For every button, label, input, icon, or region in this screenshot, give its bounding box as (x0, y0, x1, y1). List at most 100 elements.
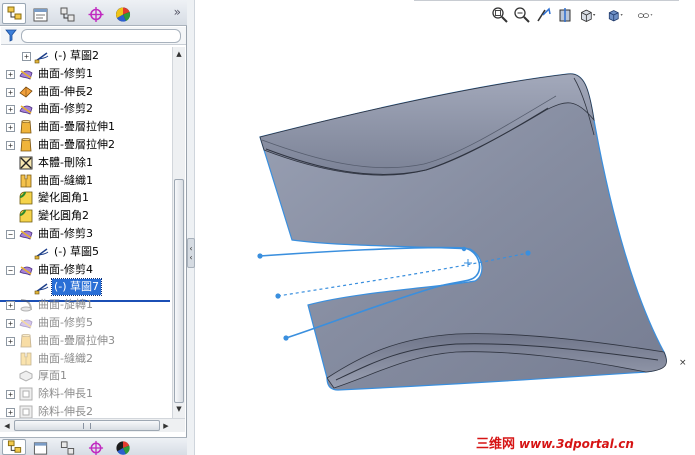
tree-item-label: 曲面-縫織1 (38, 174, 93, 187)
collapse-panel-button[interactable]: » (174, 5, 181, 19)
display-manager-icon (116, 7, 131, 22)
collapse-toggle-icon[interactable]: − (6, 266, 15, 275)
filter-funnel-icon[interactable] (5, 29, 17, 42)
delete-body-icon (18, 155, 34, 171)
tree-item[interactable]: + 曲面-疊層拉伸1 (0, 118, 172, 136)
tree-item-label: 曲面-旋轉1 (38, 298, 93, 311)
tree-item-label: 曲面-修剪3 (38, 227, 93, 240)
tree-item[interactable]: + (-) 草圖2 (0, 47, 172, 65)
sketch-point[interactable] (525, 250, 531, 256)
scroll-down-arrow-icon[interactable]: ▼ (173, 403, 185, 415)
surface-loft-icon (18, 333, 34, 349)
expand-toggle-icon[interactable]: + (6, 70, 15, 79)
tab-configuration-manager[interactable] (55, 3, 79, 24)
scroll-up-arrow-icon[interactable]: ▲ (173, 48, 185, 60)
tab-display-manager[interactable] (110, 3, 134, 24)
manager-tab-bar-bottom (0, 437, 187, 455)
surface-trim-icon (18, 226, 34, 242)
tree-item[interactable]: − 曲面-修剪4 (0, 261, 172, 279)
tree-item[interactable]: + 除料-伸長2 (0, 403, 172, 418)
scroll-left-arrow-icon[interactable]: ◀ (1, 420, 13, 432)
horizontal-scroll-thumb[interactable] (14, 420, 160, 431)
tree-item[interactable]: + 除料-伸長1 (0, 385, 172, 403)
expand-toggle-icon[interactable]: + (6, 390, 15, 399)
tree-item[interactable]: + 曲面-旋轉1 (0, 296, 172, 314)
graphics-area[interactable]: × 三维网 www.3dportal.cn (196, 0, 695, 455)
tab-configuration-manager-bottom[interactable] (55, 439, 79, 455)
tab-dimxpert-manager[interactable] (83, 3, 107, 24)
vertical-scrollbar[interactable]: ▲ ▼ (172, 47, 185, 418)
surface-loft-icon (18, 137, 34, 153)
sketch-point[interactable] (257, 253, 263, 259)
tab-dimxpert-manager-bottom[interactable] (83, 439, 107, 455)
sketch-point[interactable] (275, 293, 281, 299)
tree-item[interactable]: (-) 草圖7 (0, 278, 172, 296)
tree-item-label: 本體-刪除1 (38, 156, 93, 169)
property-manager-icon (33, 8, 48, 22)
surface-knit-icon (18, 351, 34, 367)
tree-item[interactable]: − 曲面-修剪3 (0, 225, 172, 243)
expand-toggle-icon[interactable]: + (22, 52, 31, 61)
tree-item[interactable]: + 曲面-疊層拉伸3 (0, 332, 172, 350)
tree-item-label: 厚面1 (38, 369, 67, 382)
variable-fillet-icon (18, 190, 34, 206)
vertical-scroll-thumb[interactable] (174, 179, 184, 403)
variable-fillet-icon (18, 208, 34, 224)
tree-item-label: (-) 草圖5 (54, 245, 100, 258)
tab-property-manager-bottom[interactable] (28, 439, 52, 455)
filter-input[interactable] (21, 29, 181, 43)
tree-item-label: (-) 草圖2 (54, 49, 100, 62)
tree-item-label: 除料-伸長1 (38, 387, 93, 400)
expand-toggle-icon[interactable]: + (6, 105, 15, 114)
tree-item[interactable]: 變化圓角1 (0, 189, 172, 207)
tree-item[interactable]: + 曲面-修剪1 (0, 65, 172, 83)
horizontal-scrollbar[interactable]: ◀ ▶ (0, 418, 185, 432)
expand-toggle-icon[interactable]: + (6, 337, 15, 346)
tree-item[interactable]: + 曲面-修剪5 (0, 314, 172, 332)
dimxpert-manager-icon (88, 440, 104, 455)
sketch-arc-center-icon (464, 259, 472, 267)
tab-display-manager-bottom[interactable] (110, 439, 134, 455)
tree-item[interactable]: 曲面-縫織1 (0, 172, 172, 190)
expand-toggle-icon[interactable]: + (6, 319, 15, 328)
surface-trim-icon (18, 315, 34, 331)
surface-trim-icon (18, 262, 34, 278)
expand-toggle-icon[interactable]: + (6, 141, 15, 150)
tab-feature-manager[interactable] (2, 3, 26, 24)
feature-filter (1, 27, 186, 45)
tab-feature-manager-bottom[interactable] (2, 439, 26, 455)
tree-item-label: 曲面-修剪5 (38, 316, 93, 329)
tree-item[interactable]: + 曲面-疊層拉伸2 (0, 136, 172, 154)
watermark-brand: 三维网 (476, 437, 516, 452)
sketch-curve-upper[interactable] (259, 246, 481, 277)
panel-splitter[interactable]: ‹ ‹ (187, 0, 195, 455)
watermark-url: www.3dportal.cn (519, 437, 634, 451)
tree-item[interactable]: 本體-刪除1 (0, 154, 172, 172)
tree-item[interactable]: 厚面1 (0, 367, 172, 385)
scroll-right-arrow-icon[interactable]: ▶ (160, 420, 172, 432)
viewport-close-icon[interactable]: × (679, 358, 687, 368)
expand-toggle-icon[interactable]: + (6, 408, 15, 417)
tree-item[interactable]: (-) 草圖5 (0, 243, 172, 261)
tab-property-manager[interactable] (28, 3, 52, 24)
sketch-point[interactable] (283, 335, 289, 341)
surface-loft-icon (18, 119, 34, 135)
expand-toggle-icon[interactable]: + (6, 301, 15, 310)
surface-trim-icon (18, 66, 34, 82)
solidworks-window: » + (-) 草圖2 + 曲面-修剪1 + 曲面-伸長2 + 曲面-修剪2 + 曲面-疊層拉伸1… (0, 0, 695, 455)
tree-item[interactable]: 曲面-縫織2 (0, 350, 172, 368)
sketch-icon (34, 244, 50, 260)
expand-toggle-icon[interactable]: + (6, 88, 15, 97)
sketch-icon (34, 48, 50, 64)
collapse-toggle-icon[interactable]: − (6, 230, 15, 239)
tree-item-label: 曲面-修剪4 (38, 263, 93, 276)
tree-item[interactable]: + 曲面-修剪2 (0, 100, 172, 118)
sketch-point[interactable] (461, 246, 467, 252)
extruded-cut-icon (18, 404, 34, 418)
expand-toggle-icon[interactable]: + (6, 123, 15, 132)
extruded-cut-icon (18, 386, 34, 402)
splitter-collapse-handle[interactable]: ‹ ‹ (187, 238, 195, 268)
tree-item[interactable]: + 曲面-伸長2 (0, 83, 172, 101)
tree-item[interactable]: 變化圓角2 (0, 207, 172, 225)
surface-model[interactable] (196, 0, 695, 455)
